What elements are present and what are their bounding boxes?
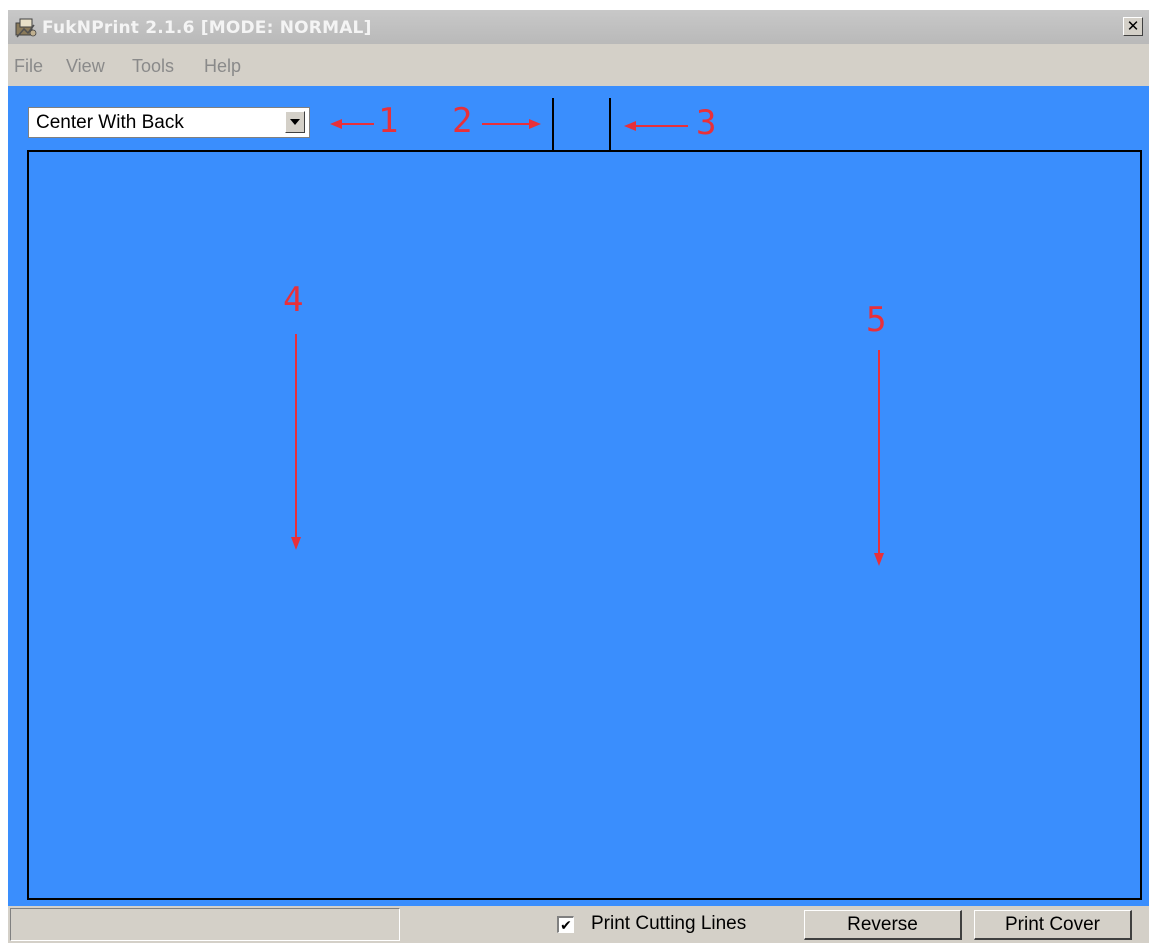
close-icon: ✕: [1126, 17, 1140, 35]
menu-help[interactable]: Help: [204, 56, 241, 77]
menu-file[interactable]: File: [14, 56, 43, 77]
menu-tools[interactable]: Tools: [132, 56, 174, 77]
annotation-label-5: 5: [866, 300, 887, 340]
layout-select-value: Center With Back: [36, 112, 184, 133]
print-cutting-lines-label[interactable]: Print Cutting Lines: [591, 913, 746, 935]
app-window: FukNPrint 2.1.6 [MODE: NORMAL] ✕ File Vi…: [8, 10, 1149, 943]
window-title: FukNPrint 2.1.6 [MODE: NORMAL]: [42, 18, 372, 38]
annotation-label-4: 4: [283, 280, 304, 320]
menu-view[interactable]: View: [66, 56, 105, 77]
cover-preview-area[interactable]: [27, 150, 1142, 900]
status-bar: ✔ Print Cutting Lines Reverse Print Cove…: [8, 906, 1149, 943]
checkmark-icon: ✔: [560, 917, 572, 933]
chevron-down-icon[interactable]: [285, 111, 305, 133]
layout-select[interactable]: Center With Back: [28, 107, 310, 138]
menu-bar: File View Tools Help: [8, 44, 1149, 86]
annotation-label-1: 1: [378, 101, 399, 141]
annotation-label-3: 3: [696, 103, 717, 143]
divider-right: [609, 98, 611, 150]
print-cover-button[interactable]: Print Cover: [974, 910, 1132, 940]
divider-left: [552, 98, 554, 150]
title-bar: FukNPrint 2.1.6 [MODE: NORMAL] ✕: [8, 10, 1149, 44]
app-icon: [15, 18, 37, 38]
reverse-button[interactable]: Reverse: [804, 910, 962, 940]
annotation-label-2: 2: [452, 101, 473, 141]
print-cutting-lines-checkbox[interactable]: ✔: [557, 916, 574, 933]
status-panel: [10, 908, 400, 941]
close-button[interactable]: ✕: [1123, 17, 1143, 36]
